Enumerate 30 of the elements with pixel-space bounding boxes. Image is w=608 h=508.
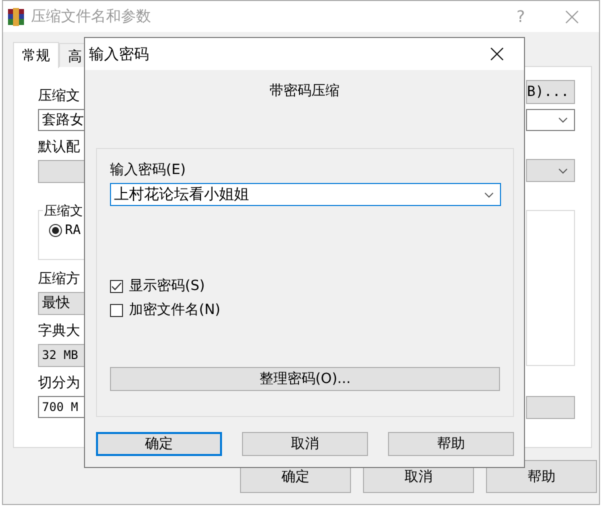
checkbox-label: 加密文件名(N) [129, 301, 220, 319]
dialog-title: 输入密码 [89, 44, 149, 64]
chevron-down-icon [558, 168, 568, 174]
dialog-button[interactable]: 确定 [96, 432, 222, 456]
manage-passwords-button[interactable]: 整理密码(O)... [110, 367, 500, 391]
dialog-button[interactable]: 帮助 [486, 460, 597, 493]
radio-button[interactable] [49, 224, 62, 237]
field-label: 压缩方 [38, 270, 80, 288]
chevron-down-icon [484, 192, 494, 198]
field-label: 默认配 [38, 138, 80, 156]
button[interactable]: B)... [526, 80, 575, 104]
dropdown[interactable] [526, 109, 575, 131]
close-icon[interactable] [490, 47, 504, 61]
radio-label: RA [65, 223, 81, 238]
password-field[interactable]: 上村花论坛看小姐姐 [110, 183, 501, 206]
chevron-down-icon [558, 117, 568, 123]
checkbox[interactable] [110, 304, 123, 316]
field-label: 切分为 [38, 374, 80, 392]
dialog-button[interactable]: 取消 [242, 432, 368, 456]
checkbox-label: 显示密码(S) [129, 277, 205, 295]
checkbox[interactable] [110, 280, 123, 292]
dialog-button[interactable]: 帮助 [388, 432, 514, 456]
field-label: 字典大 [38, 322, 80, 340]
field-label: 输入密码(E) [110, 162, 186, 178]
books-icon [7, 8, 25, 26]
tab[interactable]: 常规 [13, 42, 59, 68]
window-title: 压缩文件名和参数 [31, 7, 151, 26]
field-label: 压缩文 [38, 87, 80, 105]
group-title: 压缩文 [43, 202, 84, 220]
dialog-heading: 带密码压缩 [270, 83, 340, 99]
